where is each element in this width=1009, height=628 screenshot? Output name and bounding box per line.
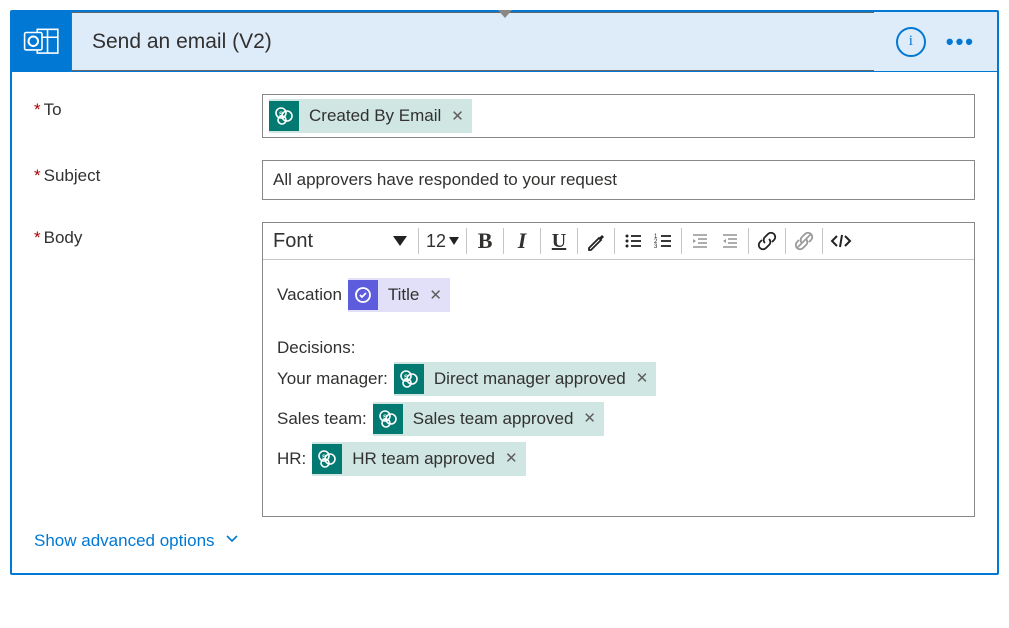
field-row-subject: *Subject All approvers have responded to… [34,160,975,200]
token-label: HR team approved [352,447,495,471]
italic-button[interactable]: I [507,227,537,255]
sharepoint-icon: S [394,364,424,394]
token-sales-team-approved[interactable]: S Sales team approved ✕ [373,402,604,436]
body-line: Vacation Title ✕ [277,278,960,312]
token-hr-team-approved[interactable]: S HR team approved ✕ [312,442,525,476]
decrease-indent-button[interactable] [685,227,715,255]
chevron-down-icon [225,531,239,551]
card-title[interactable]: Send an email (V2) [72,12,874,71]
code-view-button[interactable] [826,227,856,255]
numbered-list-button[interactable]: 123 [648,227,678,255]
field-row-to: *To S Created By Email ✕ [34,94,975,138]
underline-button[interactable]: U [544,227,574,255]
outlook-icon [12,12,72,72]
label-body: *Body [34,222,262,248]
to-input[interactable]: S Created By Email ✕ [262,94,975,138]
arrow-indicator-icon [498,10,512,18]
font-size-selector[interactable]: 12 [422,227,463,255]
subject-input[interactable]: All approvers have responded to your req… [262,160,975,200]
svg-text:S: S [322,455,326,461]
field-row-body: *Body Font 12 B I [34,222,975,517]
body-line: Your manager: S Direct manager approved … [277,362,960,396]
more-menu-icon[interactable]: ••• [946,29,975,55]
token-label: Created By Email [309,106,441,126]
svg-text:3: 3 [654,244,658,250]
body-line: Decisions: [277,336,960,360]
body-content-area[interactable]: Vacation Title ✕ Decisions: [263,260,974,516]
token-remove-icon[interactable]: ✕ [636,368,649,389]
header-actions: i ••• [874,12,997,71]
sharepoint-icon: S [269,101,299,131]
token-remove-icon[interactable]: ✕ [429,285,442,306]
chevron-down-icon [449,237,459,245]
token-direct-manager-approved[interactable]: S Direct manager approved ✕ [394,362,656,396]
label-subject: *Subject [34,160,262,186]
increase-indent-button[interactable] [715,227,745,255]
token-remove-icon[interactable]: ✕ [583,408,596,429]
svg-text:S: S [404,375,408,381]
svg-text:S: S [383,415,387,421]
token-label: Direct manager approved [434,367,626,391]
token-remove-icon[interactable]: ✕ [451,107,464,125]
info-icon[interactable]: i [896,27,926,57]
bold-button[interactable]: B [470,227,500,255]
link-button[interactable] [752,227,782,255]
token-label: Sales team approved [413,407,574,431]
action-card: Send an email (V2) i ••• *To S Created B… [10,10,999,575]
label-to: *To [34,94,262,120]
token-label: Title [388,283,420,307]
body-editor: Font 12 B I U [262,222,975,517]
svg-text:S: S [279,112,283,118]
font-selector[interactable]: Font [265,227,415,255]
bulleted-list-button[interactable] [618,227,648,255]
approvals-icon [348,280,378,310]
body-line: Sales team: S Sales team approved ✕ [277,402,960,436]
token-title[interactable]: Title ✕ [348,278,450,312]
token-created-by-email[interactable]: S Created By Email ✕ [269,99,472,133]
card-body: *To S Created By Email ✕ *Subject [12,72,997,573]
body-line: HR: S HR team approved ✕ [277,442,960,476]
subject-value: All approvers have responded to your req… [269,170,617,190]
color-picker-button[interactable] [581,227,611,255]
card-header[interactable]: Send an email (V2) i ••• [12,12,997,72]
show-advanced-options-link[interactable]: Show advanced options [34,531,239,551]
chevron-down-icon [393,236,407,246]
sharepoint-icon: S [373,404,403,434]
editor-toolbar: Font 12 B I U [263,223,974,260]
token-remove-icon[interactable]: ✕ [505,448,518,469]
unlink-button[interactable] [789,227,819,255]
sharepoint-icon: S [312,444,342,474]
